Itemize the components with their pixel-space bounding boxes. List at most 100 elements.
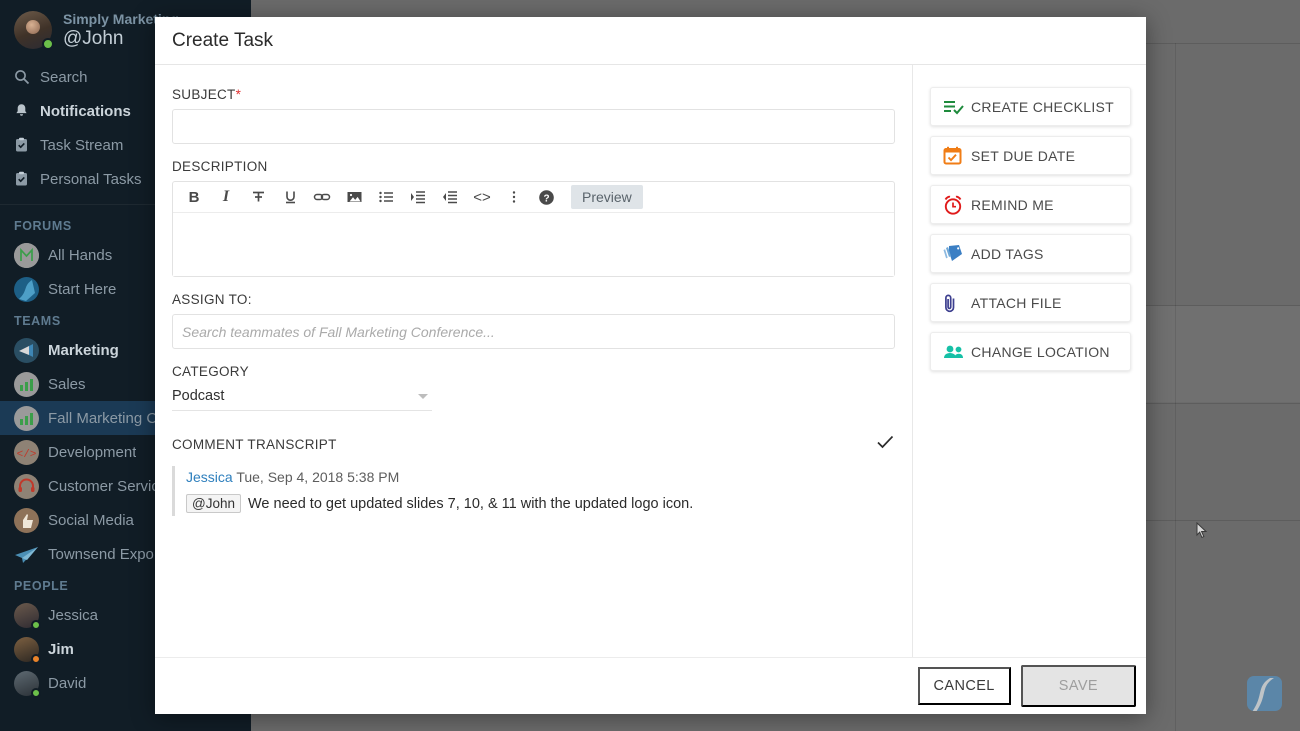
comment-timestamp: Tue, Sep 4, 2018 5:38 PM xyxy=(236,469,399,485)
search-icon xyxy=(14,69,40,85)
indent-decrease-icon[interactable] xyxy=(435,184,465,210)
sidebar-item-label: Notifications xyxy=(40,103,131,120)
assign-to-label: ASSIGN TO: xyxy=(172,292,895,307)
page-title: Create Task xyxy=(172,30,273,52)
comment-author[interactable]: Jessica xyxy=(186,469,233,485)
action-label: SET DUE DATE xyxy=(971,148,1075,164)
team-customer-service-avatar xyxy=(14,474,39,499)
avatar xyxy=(14,671,39,696)
task-form: SUBJECT* DESCRIPTION B I xyxy=(155,65,913,657)
help-icon[interactable]: ? xyxy=(531,184,561,210)
code-icon[interactable]: <> xyxy=(467,184,497,210)
attach-file-button[interactable]: ATTACH FILE xyxy=(930,283,1131,322)
team-marketing-avatar xyxy=(14,338,39,363)
logo-swoosh-icon xyxy=(1252,678,1280,711)
action-label: CHANGE LOCATION xyxy=(971,344,1110,360)
bg-divider xyxy=(1146,403,1300,404)
sidebar-item-label: Social Media xyxy=(48,512,134,529)
status-dot-online xyxy=(31,688,41,698)
link-icon[interactable] xyxy=(307,184,337,210)
create-task-modal: Create Task SUBJECT* DESCRIPTION B I xyxy=(155,17,1146,714)
clipboard-check-icon xyxy=(14,171,40,187)
app-logo-badge[interactable] xyxy=(1247,676,1282,711)
more-options-icon[interactable] xyxy=(499,184,529,210)
avatar xyxy=(14,603,39,628)
bold-icon[interactable]: B xyxy=(179,184,209,210)
chevron-down-icon xyxy=(418,394,428,399)
sidebar-item-label: David xyxy=(48,675,86,692)
italic-icon[interactable]: I xyxy=(211,184,241,210)
calendar-icon xyxy=(943,146,971,165)
paperclip-icon xyxy=(943,293,971,313)
sidebar-item-label: Task Stream xyxy=(40,137,123,154)
bell-icon xyxy=(14,103,40,119)
comment-item: Jessica Tue, Sep 4, 2018 5:38 PM @John W… xyxy=(172,466,895,516)
team-development-avatar: </> xyxy=(14,440,39,465)
team-townsend-expo-avatar xyxy=(14,542,39,567)
subject-label-text: SUBJECT xyxy=(172,87,236,102)
mouse-cursor xyxy=(1196,522,1208,540)
description-editor: B I xyxy=(172,181,895,277)
bg-divider xyxy=(1146,520,1300,521)
action-label: ADD TAGS xyxy=(971,246,1044,262)
create-checklist-button[interactable]: CREATE CHECKLIST xyxy=(930,87,1131,126)
people-icon xyxy=(943,344,971,360)
modal-body: SUBJECT* DESCRIPTION B I xyxy=(155,65,1146,657)
assign-to-input[interactable] xyxy=(172,314,895,349)
editor-toolbar: B I xyxy=(173,182,894,213)
clipboard-check-icon xyxy=(14,137,40,153)
sidebar-item-label: Marketing xyxy=(48,342,119,359)
svg-text:?: ? xyxy=(543,193,549,204)
sidebar-item-label: Jim xyxy=(48,641,74,658)
alarm-clock-icon xyxy=(943,195,971,215)
change-location-button[interactable]: CHANGE LOCATION xyxy=(930,332,1131,371)
add-tags-button[interactable]: ADD TAGS xyxy=(930,234,1131,273)
avatar xyxy=(14,11,52,49)
sidebar-item-label: Personal Tasks xyxy=(40,171,141,188)
sidebar-item-label: Development xyxy=(48,444,136,461)
bg-card xyxy=(1146,306,1300,402)
status-dot-online xyxy=(42,38,54,50)
comment-transcript-label: COMMENT TRANSCRIPT xyxy=(172,437,337,452)
sidebar-item-label: Customer Service xyxy=(48,478,167,495)
status-dot-away xyxy=(31,654,41,664)
avatar xyxy=(14,637,39,662)
category-select[interactable]: Podcast xyxy=(172,386,432,411)
sidebar-item-label: Townsend Expo xyxy=(48,546,154,563)
cancel-button[interactable]: CANCEL xyxy=(918,667,1011,705)
bulleted-list-icon[interactable] xyxy=(371,184,401,210)
sidebar-item-label: Search xyxy=(40,69,88,86)
comment-transcript-header: COMMENT TRANSCRIPT xyxy=(172,433,895,456)
sidebar-item-label: Start Here xyxy=(48,281,116,298)
modal-footer: CANCEL SAVE xyxy=(155,657,1146,714)
strikethrough-icon[interactable] xyxy=(243,184,273,210)
mention-chip[interactable]: @John xyxy=(186,494,241,513)
sidebar-item-label: Jessica xyxy=(48,607,98,624)
task-actions-panel: CREATE CHECKLIST SET DUE DATE REMIND ME xyxy=(913,65,1147,657)
description-textarea[interactable] xyxy=(173,213,894,276)
set-due-date-button[interactable]: SET DUE DATE xyxy=(930,136,1131,175)
action-label: ATTACH FILE xyxy=(971,295,1062,311)
indent-increase-icon[interactable] xyxy=(403,184,433,210)
remind-me-button[interactable]: REMIND ME xyxy=(930,185,1131,224)
description-label: DESCRIPTION xyxy=(172,159,895,174)
forum-starthere-avatar xyxy=(14,277,39,302)
preview-button[interactable]: Preview xyxy=(571,185,643,209)
checklist-icon xyxy=(943,98,971,116)
action-label: CREATE CHECKLIST xyxy=(971,99,1114,115)
comment-meta: Jessica Tue, Sep 4, 2018 5:38 PM xyxy=(186,469,895,485)
svg-text:</>: </> xyxy=(17,449,37,461)
team-social-media-avatar xyxy=(14,508,39,533)
tags-icon xyxy=(943,244,971,263)
team-fall-marketing-avatar xyxy=(14,406,39,431)
subject-input[interactable] xyxy=(172,109,895,144)
check-icon[interactable] xyxy=(875,433,895,456)
underline-icon[interactable] xyxy=(275,184,305,210)
comment-text: We need to get updated slides 7, 10, & 1… xyxy=(248,496,693,512)
image-icon[interactable] xyxy=(339,184,369,210)
sidebar-item-label: Sales xyxy=(48,376,86,393)
save-button[interactable]: SAVE xyxy=(1021,665,1136,707)
modal-header: Create Task xyxy=(155,17,1146,65)
comment-body: @John We need to get updated slides 7, 1… xyxy=(186,494,895,513)
sidebar-item-label: All Hands xyxy=(48,247,112,264)
